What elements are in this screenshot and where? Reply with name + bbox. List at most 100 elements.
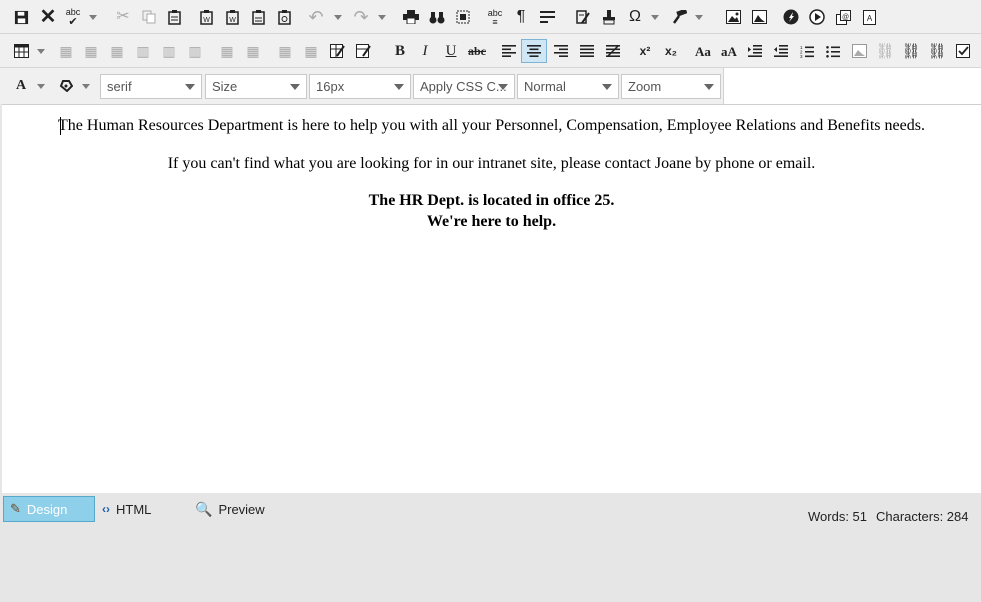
paragraph-style-select[interactable]: Normal [517, 74, 619, 99]
font-size-select[interactable]: Size [205, 74, 307, 99]
paragraph-style-chevron-icon [602, 84, 612, 90]
superscript-button[interactable]: x² [634, 40, 656, 62]
table-op-3-icon[interactable]: ▦ [106, 40, 128, 62]
cell-properties-icon[interactable] [352, 40, 374, 62]
subscript-button[interactable]: x₂ [660, 40, 682, 62]
copy-icon[interactable] [138, 6, 160, 28]
convert-case-upper-button[interactable]: Aa [692, 40, 714, 62]
underline-button[interactable]: U [440, 40, 462, 62]
zoom-chevron-icon [704, 84, 714, 90]
strikethrough-button[interactable]: abc [466, 40, 488, 62]
close-icon[interactable]: ✕ [37, 6, 59, 28]
symbols-dropdown-icon[interactable] [651, 6, 659, 28]
paste-text-icon[interactable] [247, 6, 269, 28]
font-color-icon[interactable]: A [10, 75, 32, 97]
outdent-icon[interactable] [770, 40, 792, 62]
align-remove-icon[interactable] [602, 40, 624, 62]
editor-content-area[interactable]: The Human Resources Department is here t… [2, 104, 981, 493]
table-op-6-icon[interactable]: ▥ [184, 40, 206, 62]
undo-dropdown-icon[interactable] [334, 6, 342, 28]
bold-button[interactable]: B [389, 40, 411, 62]
table-properties-icon[interactable] [326, 40, 348, 62]
spellcheck-icon[interactable]: abc ✔ [62, 6, 84, 28]
redo-icon[interactable]: ↷ [350, 6, 372, 28]
format-painter-dropdown-icon[interactable] [695, 6, 703, 28]
select-all-icon[interactable] [452, 6, 474, 28]
align-center-icon[interactable] [521, 39, 547, 63]
hyperlink-manager-icon[interactable]: ⛓ [900, 40, 922, 62]
italic-button[interactable]: I [414, 40, 436, 62]
bulleted-list-icon[interactable] [822, 40, 844, 62]
table-op-4-icon[interactable]: ▥ [132, 40, 154, 62]
table-op-5-icon[interactable]: ▥ [158, 40, 180, 62]
image-manager-icon[interactable] [748, 6, 770, 28]
remove-link-icon[interactable]: ⛓ [926, 40, 948, 62]
find-icon[interactable] [426, 6, 448, 28]
redo-dropdown-icon[interactable] [378, 6, 386, 28]
spellcheck-as-you-type-icon[interactable]: abc ≡ [484, 6, 506, 28]
form-checkbox-icon[interactable] [952, 40, 974, 62]
html-mode-label: HTML [116, 501, 152, 517]
form-edit-icon[interactable] [572, 6, 594, 28]
clean-format-icon[interactable] [598, 6, 620, 28]
preview-mode-tab[interactable]: 🔍 Preview [195, 496, 285, 522]
table-op-7-icon[interactable]: ▦ [216, 40, 238, 62]
real-font-size-value: 16px [316, 79, 345, 94]
table-dropdown-icon[interactable] [37, 40, 45, 62]
table-op-9-icon[interactable]: ▦ [274, 40, 296, 62]
justify-toolbar-icon[interactable] [536, 6, 558, 28]
paragraph-style-value: Normal [524, 79, 566, 94]
css-class-value: Apply CSS C... [420, 79, 507, 94]
cut-icon[interactable]: ✂ [112, 6, 134, 28]
align-left-icon[interactable] [498, 40, 520, 62]
editor-paragraph-2: If you can't find what you are looking f… [167, 155, 816, 172]
table-op-1-icon[interactable]: ▦ [55, 40, 77, 62]
paste-word-icon[interactable]: W [195, 6, 217, 28]
align-justify-icon[interactable] [576, 40, 598, 62]
convert-case-lower-button[interactable]: aA [718, 40, 740, 62]
css-class-select[interactable]: Apply CSS C... [413, 74, 515, 99]
toolbar-row-2: ▦ ▦ ▦ ▥ ▥ ▥ ▦ ▦ ▦ ▦ B I U abc x² x₂ Aa a… [0, 34, 981, 68]
omega-icon[interactable]: Ω [624, 6, 646, 28]
font-size-value: Size [212, 79, 238, 94]
zoom-value: Zoom [628, 79, 662, 94]
highlight-color-dropdown-icon[interactable] [82, 75, 90, 97]
numbered-list-icon[interactable]: 123 [796, 40, 818, 62]
paragraph-marks-icon[interactable]: ¶ [510, 6, 532, 28]
template-manager-icon[interactable]: A [858, 6, 880, 28]
editor-paragraph-3-line-1: The HR Dept. is located in office 25. [368, 192, 615, 209]
real-font-size-select[interactable]: 16px [309, 74, 411, 99]
highlight-color-icon[interactable] [55, 75, 77, 97]
flash-icon[interactable] [780, 6, 802, 28]
indent-icon[interactable] [744, 40, 766, 62]
font-color-dropdown-icon[interactable] [37, 75, 45, 97]
editor-paragraph-1: The Human Resources Department is here t… [58, 117, 925, 134]
real-font-size-chevron-icon [394, 84, 404, 90]
insert-table-icon[interactable] [10, 40, 32, 62]
svg-text:A: A [866, 14, 872, 23]
image-map-icon[interactable] [848, 40, 870, 62]
font-name-select[interactable]: serif [100, 74, 202, 99]
format-painter-icon[interactable] [668, 6, 690, 28]
code-icon: ‹› [102, 502, 110, 516]
print-icon[interactable] [400, 6, 422, 28]
link-icon[interactable]: ⛓ [874, 40, 896, 62]
zoom-select[interactable]: Zoom [621, 74, 721, 99]
table-op-8-icon[interactable]: ▦ [242, 40, 264, 62]
svg-text:W: W [229, 17, 236, 24]
design-mode-tab[interactable]: ✎ Design [3, 496, 95, 522]
svg-text:W: W [203, 17, 210, 24]
insert-image-icon[interactable] [722, 6, 744, 28]
align-right-icon[interactable] [550, 40, 572, 62]
html-mode-tab[interactable]: ‹› HTML [102, 496, 182, 522]
paste-icon[interactable] [163, 6, 185, 28]
spellcheck-dropdown-icon[interactable] [89, 6, 97, 28]
paste-word-clean-icon[interactable]: W [221, 6, 243, 28]
document-manager-icon[interactable]: @ [832, 6, 854, 28]
delete-cell-icon[interactable]: ▦ [300, 40, 322, 62]
paste-html-icon[interactable] [273, 6, 295, 28]
media-icon[interactable] [806, 6, 828, 28]
table-op-2-icon[interactable]: ▦ [80, 40, 102, 62]
undo-icon[interactable]: ↶ [305, 6, 327, 28]
save-icon[interactable] [10, 6, 32, 28]
